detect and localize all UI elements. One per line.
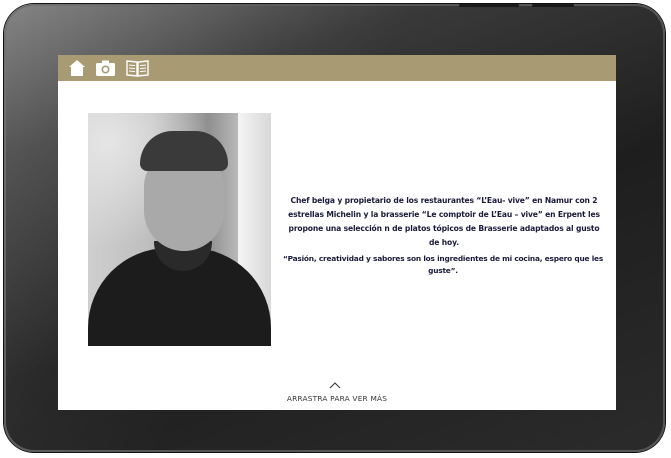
photo-hair xyxy=(140,131,228,171)
home-icon[interactable] xyxy=(68,59,86,77)
chef-bio: Chef belga y propietario de los restaura… xyxy=(288,196,600,247)
chevron-up-icon[interactable] xyxy=(329,382,341,389)
chef-portrait xyxy=(88,113,271,346)
chef-quote: “Pasión, creatividad y sabores son los i… xyxy=(282,254,604,275)
camera-icon[interactable] xyxy=(95,59,116,77)
power-button xyxy=(532,4,574,7)
app-screen: Chef belga y propietario de los restaura… xyxy=(58,55,616,410)
volume-button xyxy=(459,4,519,7)
tablet-device: Chef belga y propietario de los restaura… xyxy=(4,4,665,452)
swipe-hint[interactable]: ARRASTRA PARA VER MÁS xyxy=(258,394,416,403)
top-toolbar xyxy=(58,55,616,81)
book-icon[interactable] xyxy=(126,59,149,77)
